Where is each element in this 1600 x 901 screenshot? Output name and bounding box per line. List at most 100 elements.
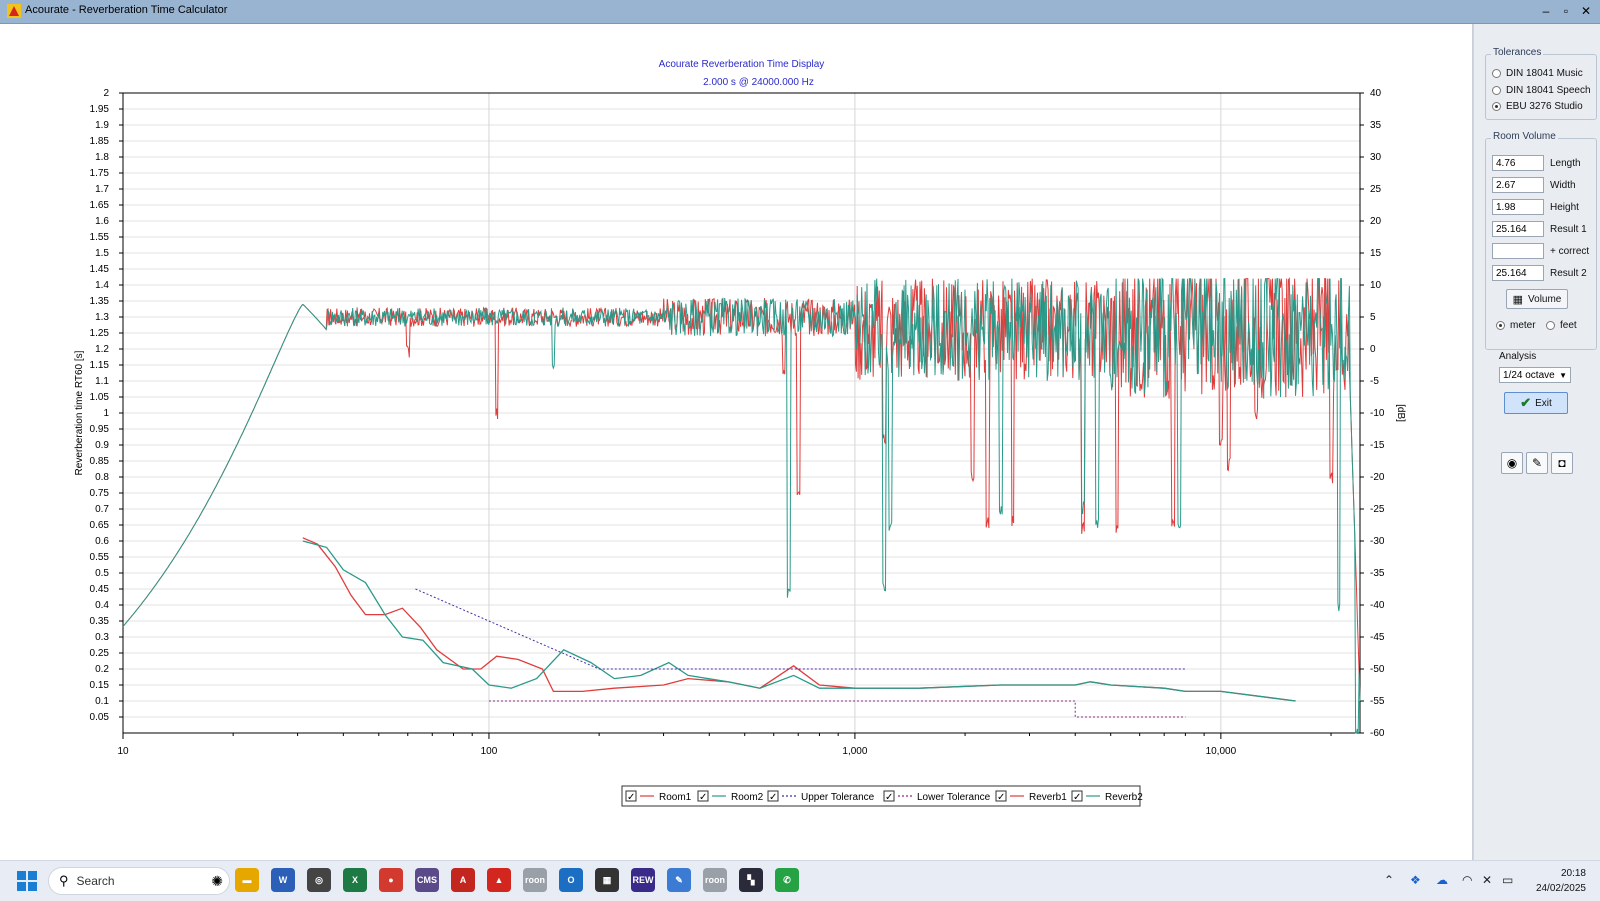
taskbar-app-rew-grid[interactable]: ▦ <box>595 868 619 892</box>
taskbar-app-whatsapp[interactable]: ✆ <box>775 868 799 892</box>
y2-tick-label: 5 <box>1370 312 1376 323</box>
correct-row: + correct <box>1492 243 1589 259</box>
clock-date: 24/02/2025 <box>1535 883 1586 894</box>
taskbar-app-word[interactable]: W <box>271 868 295 892</box>
chevron-up-icon[interactable]: ⌃ <box>1384 873 1394 887</box>
x-tick-label: 10,000 <box>1206 746 1237 757</box>
tolerances-title: Tolerances <box>1491 47 1544 58</box>
taskbar-app-rew[interactable]: REW <box>631 868 655 892</box>
dropbox-icon[interactable]: ❖ <box>1410 873 1421 887</box>
room-volume-group: Room Volume 4.76 Length 2.67 Width 1.98 … <box>1485 131 1597 350</box>
search-placeholder: Search <box>76 874 115 888</box>
close-button[interactable]: ✕ <box>1578 2 1594 20</box>
taskbar-search[interactable]: ⚲ Search ✺ <box>48 867 230 895</box>
word-icon: W <box>278 875 288 885</box>
volume-button[interactable]: ▦ Volume <box>1506 289 1568 309</box>
speaker-muted-icon[interactable]: ✕ <box>1482 873 1492 887</box>
windows-start-icon[interactable] <box>17 871 37 891</box>
taskbar-app-acrobat[interactable]: A <box>451 868 475 892</box>
y-tick-label: 1.8 <box>95 152 109 163</box>
chart-title: Acourate Reverberation Time Display <box>659 59 825 70</box>
excel-icon: X <box>351 875 358 885</box>
y-tick-label: 0.1 <box>95 696 109 707</box>
legend-label: Reverb2 <box>1105 792 1143 803</box>
taskbar-app-roon2[interactable]: roon <box>703 868 727 892</box>
tolerances-group: Tolerances DIN 18041 Music DIN 18041 Spe… <box>1485 47 1597 120</box>
height-input[interactable]: 1.98 <box>1492 199 1544 215</box>
y-tick-label: 0.3 <box>95 632 109 643</box>
taskbar-app-acourate[interactable]: ▲ <box>487 868 511 892</box>
y-tick-label: 1.3 <box>95 312 109 323</box>
minimize-button[interactable]: – <box>1538 2 1554 20</box>
taskbar-app-search-tool[interactable]: ◎ <box>307 868 331 892</box>
y2-tick-label: -55 <box>1370 696 1385 707</box>
y-tick-label: 0.75 <box>90 488 110 499</box>
y2-tick-label: 30 <box>1370 152 1382 163</box>
unit-feet[interactable]: feet <box>1546 320 1577 331</box>
result2-input[interactable]: 25.164 <box>1492 265 1544 281</box>
legend-label: Lower Tolerance <box>917 792 991 803</box>
exit-button[interactable]: ✔ Exit <box>1504 392 1568 414</box>
reverb-chart: Acourate Reverberation Time Display 2.000… <box>74 59 1406 807</box>
y2-tick-label: -15 <box>1370 440 1385 451</box>
y2-tick-label: 15 <box>1370 248 1382 259</box>
rew-grid-icon: ▦ <box>602 874 612 885</box>
unit-label: feet <box>1560 320 1577 331</box>
exit-button-label: Exit <box>1535 397 1552 409</box>
width-input[interactable]: 2.67 <box>1492 177 1544 193</box>
y-tick-label: 0.6 <box>95 536 109 547</box>
y-tick-label: 0.5 <box>95 568 109 579</box>
radio-ebu-studio[interactable]: EBU 3276 Studio <box>1492 101 1583 112</box>
chart-area: Acourate Reverberation Time Display 2.000… <box>0 24 1473 860</box>
y-tick-label: 1.15 <box>90 360 110 371</box>
legend-label: Room2 <box>731 792 764 803</box>
acourate-icon: ▲ <box>494 875 504 885</box>
taskbar: ⚲ Search ✺ ▬ W ◎ X ● CMS A ▲ roon O ▦ REW ✎ roon ▚ ✆ ⌃ … <box>0 860 1600 901</box>
radio-din-music[interactable]: DIN 18041 Music <box>1492 68 1583 79</box>
radio-label: DIN 18041 Speech <box>1506 85 1591 96</box>
edit-button[interactable]: ✎ <box>1526 452 1548 474</box>
search-highlight-icon: ✺ <box>211 872 223 889</box>
battery-icon[interactable]: ▭ <box>1502 873 1513 887</box>
roon2-icon: roon <box>705 875 725 885</box>
y2-tick-label: -30 <box>1370 536 1385 547</box>
taskbar-app-sqz[interactable]: ▚ <box>739 868 763 892</box>
radio-icon <box>1492 69 1501 78</box>
roon1-icon: roon <box>525 875 545 885</box>
y-tick-label: 0.25 <box>90 648 110 659</box>
y2-tick-label: -25 <box>1370 504 1385 515</box>
clock[interactable]: 20:18 24/02/2025 <box>1536 866 1586 896</box>
taskbar-app-roon1[interactable]: roon <box>523 868 547 892</box>
y2-tick-label: -60 <box>1370 728 1385 739</box>
wifi-icon[interactable]: ◠ <box>1462 873 1472 887</box>
outlook-icon: O <box>567 875 575 885</box>
taskbar-app-outlook[interactable]: O <box>559 868 583 892</box>
taskbar-app-chrome[interactable]: ● <box>379 868 403 892</box>
result1-input[interactable]: 25.164 <box>1492 221 1544 237</box>
target-button[interactable]: ◉ <box>1501 452 1523 474</box>
maximize-button[interactable]: ▫ <box>1558 2 1574 20</box>
file-explorer-icon: ▬ <box>242 875 252 885</box>
radio-icon <box>1492 102 1501 111</box>
legend-label: Reverb1 <box>1029 792 1067 803</box>
y2-tick-label: -5 <box>1370 376 1379 387</box>
y-tick-label: 2 <box>103 88 109 99</box>
chart-subtitle: 2.000 s @ 24000.000 Hz <box>703 77 814 88</box>
camera-icon: ◘ <box>1558 456 1566 470</box>
onedrive-icon[interactable]: ☁ <box>1436 873 1448 887</box>
correct-input[interactable] <box>1492 243 1544 259</box>
y-tick-label: 1.35 <box>90 296 110 307</box>
radio-din-speech[interactable]: DIN 18041 Speech <box>1492 85 1591 96</box>
taskbar-app-excel[interactable]: X <box>343 868 367 892</box>
taskbar-app-whiteboard[interactable]: ✎ <box>667 868 691 892</box>
y-tick-label: 1.85 <box>90 136 110 147</box>
y-tick-label: 0.55 <box>90 552 110 563</box>
result2-label: Result 2 <box>1550 267 1587 279</box>
edit-icon: ✎ <box>1531 456 1543 470</box>
camera-button[interactable]: ◘ <box>1551 452 1573 474</box>
analysis-select[interactable]: 1/24 octave ▼ <box>1499 367 1571 383</box>
taskbar-app-cms[interactable]: CMS <box>415 868 439 892</box>
taskbar-app-file-explorer[interactable]: ▬ <box>235 868 259 892</box>
unit-meter[interactable]: meter <box>1496 320 1536 331</box>
length-input[interactable]: 4.76 <box>1492 155 1544 171</box>
